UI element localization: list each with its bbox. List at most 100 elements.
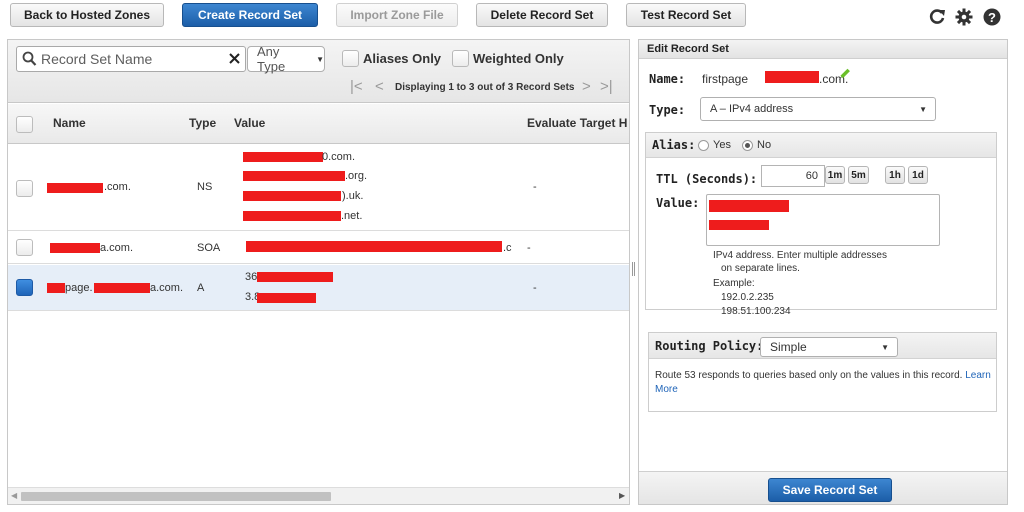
refresh-icon[interactable]	[928, 8, 946, 26]
redaction	[765, 71, 819, 83]
clear-icon[interactable]	[228, 52, 241, 65]
aliases-only-label: Aliases Only	[363, 51, 442, 66]
type-filter-select[interactable]: Any Type ▼	[247, 44, 325, 74]
chevron-down-icon: ▼	[316, 54, 324, 64]
alias-no-label: No	[757, 139, 772, 151]
table-row[interactable]: a.com. SOA .c -	[8, 232, 629, 264]
type-filter-value: Any Type	[257, 44, 286, 74]
create-record-set-button[interactable]: Create Record Set	[182, 3, 318, 27]
redaction	[47, 183, 103, 193]
alias-yes-radio[interactable]	[698, 140, 709, 151]
back-to-hosted-zones-button[interactable]: Back to Hosted Zones	[10, 3, 164, 27]
alias-no-radio[interactable]	[742, 140, 753, 151]
record-type: A	[197, 282, 205, 294]
record-name: .com.	[104, 181, 131, 193]
select-all-checkbox[interactable]	[16, 116, 33, 133]
routing-policy-label: Routing Policy:	[655, 339, 764, 353]
value-textarea[interactable]	[706, 194, 940, 246]
routing-text: Route 53 responds to queries based only …	[655, 370, 963, 381]
first-page-icon[interactable]: |<	[350, 78, 363, 95]
record-type-select[interactable]: A – IPv4 address ▼	[700, 97, 936, 121]
table-row[interactable]: page. a.com. A 36 3.8 -	[8, 265, 629, 311]
column-name[interactable]: Name	[53, 116, 86, 130]
pager-status: Displaying 1 to 3 out of 3 Record Sets	[395, 82, 575, 93]
previous-page-icon[interactable]: <	[375, 78, 384, 95]
record-value: .net.	[341, 210, 363, 222]
record-type: NS	[197, 181, 213, 193]
redaction	[243, 152, 323, 162]
redaction	[94, 283, 150, 293]
help-icon[interactable]: ?	[983, 8, 1001, 26]
learn-more-link-cont[interactable]: More	[655, 384, 678, 395]
column-evaluate-target-health[interactable]: Evaluate Target H	[527, 116, 627, 130]
routing-policy-select[interactable]: Simple ▼	[760, 337, 898, 357]
scroll-left-icon[interactable]: ◀	[11, 491, 17, 500]
name-value: firstpage	[702, 72, 749, 86]
ttl-input[interactable]: 60	[761, 165, 825, 187]
edit-pencil-icon[interactable]	[838, 67, 852, 81]
filter-bar: Any Type ▼ Aliases Only Weighted Only |<…	[8, 40, 629, 103]
aliases-only-checkbox[interactable]	[342, 50, 359, 67]
record-set-name-input[interactable]	[39, 49, 219, 69]
row-checkbox[interactable]	[16, 279, 33, 296]
search-icon	[22, 51, 37, 66]
last-page-icon[interactable]: >|	[600, 78, 613, 95]
test-record-set-button[interactable]: Test Record Set	[626, 3, 746, 27]
column-value[interactable]: Value	[234, 116, 265, 130]
ttl-1h-button[interactable]: 1h	[885, 166, 905, 184]
type-label: Type:	[649, 103, 686, 117]
row-checkbox[interactable]	[16, 180, 33, 197]
ttl-5m-button[interactable]: 5m	[848, 166, 869, 184]
scrollbar-thumb[interactable]	[21, 492, 331, 501]
evaluate-target-health: -	[533, 181, 537, 193]
table-header: Name Type Value Evaluate Target H	[8, 104, 629, 144]
evaluate-target-health: -	[527, 242, 531, 254]
panel-splitter-handle[interactable]	[632, 262, 635, 276]
gear-icon[interactable]	[955, 8, 973, 26]
record-sets-panel: Any Type ▼ Aliases Only Weighted Only |<…	[7, 39, 630, 505]
svg-text:?: ?	[988, 10, 996, 25]
delete-record-set-button[interactable]: Delete Record Set	[476, 3, 608, 27]
next-page-icon[interactable]: >	[582, 78, 591, 95]
record-type: SOA	[197, 242, 221, 254]
table-row[interactable]: .com. NS 0.com. .org. ).uk. .net. -	[8, 145, 629, 231]
value-help-line: on separate lines.	[721, 263, 800, 274]
panel-title: Edit Record Set	[639, 40, 1007, 59]
ttl-1d-button[interactable]: 1d	[908, 166, 928, 184]
record-type-value: A – IPv4 address	[710, 103, 794, 115]
weighted-only-checkbox[interactable]	[452, 50, 469, 67]
redaction	[243, 211, 341, 221]
redaction	[246, 241, 502, 252]
value-label: Value:	[656, 196, 700, 210]
record-value: .c	[503, 242, 512, 254]
redaction	[257, 272, 333, 282]
redaction	[243, 191, 341, 201]
horizontal-scrollbar[interactable]: ◀ ▶	[8, 487, 629, 504]
record-name: a.com.	[100, 242, 134, 254]
redaction	[243, 171, 345, 181]
ttl-label: TTL (Seconds):	[656, 172, 758, 186]
row-checkbox[interactable]	[16, 239, 33, 256]
redaction	[47, 283, 65, 293]
save-record-set-button[interactable]: Save Record Set	[768, 478, 892, 502]
redaction	[709, 220, 769, 230]
record-value: .org.	[345, 170, 368, 182]
ttl-1m-button[interactable]: 1m	[825, 166, 845, 184]
alias-yes-label: Yes	[713, 139, 731, 151]
record-name-prefix: page.	[65, 282, 93, 294]
value-help-line: IPv4 address. Enter multiple addresses	[713, 250, 887, 261]
value-help-line: 192.0.2.235	[721, 292, 774, 303]
value-help-line: Example:	[713, 278, 755, 289]
chevron-down-icon: ▼	[919, 104, 927, 114]
learn-more-link[interactable]: Learn	[965, 370, 991, 381]
scroll-right-icon[interactable]: ▶	[619, 491, 625, 500]
edit-record-set-panel: Edit Record Set Name: firstpage .com. Ty…	[638, 39, 1008, 505]
import-zone-file-button[interactable]: Import Zone File	[336, 3, 458, 27]
record-value: 0.com.	[322, 151, 356, 163]
search-box[interactable]	[16, 46, 246, 72]
value-help-line: 198.51.100.234	[721, 306, 791, 317]
name-label: Name:	[649, 72, 686, 86]
column-type[interactable]: Type	[189, 116, 216, 130]
alias-row: Alias: Yes No	[646, 133, 996, 158]
alias-label: Alias:	[652, 138, 696, 152]
